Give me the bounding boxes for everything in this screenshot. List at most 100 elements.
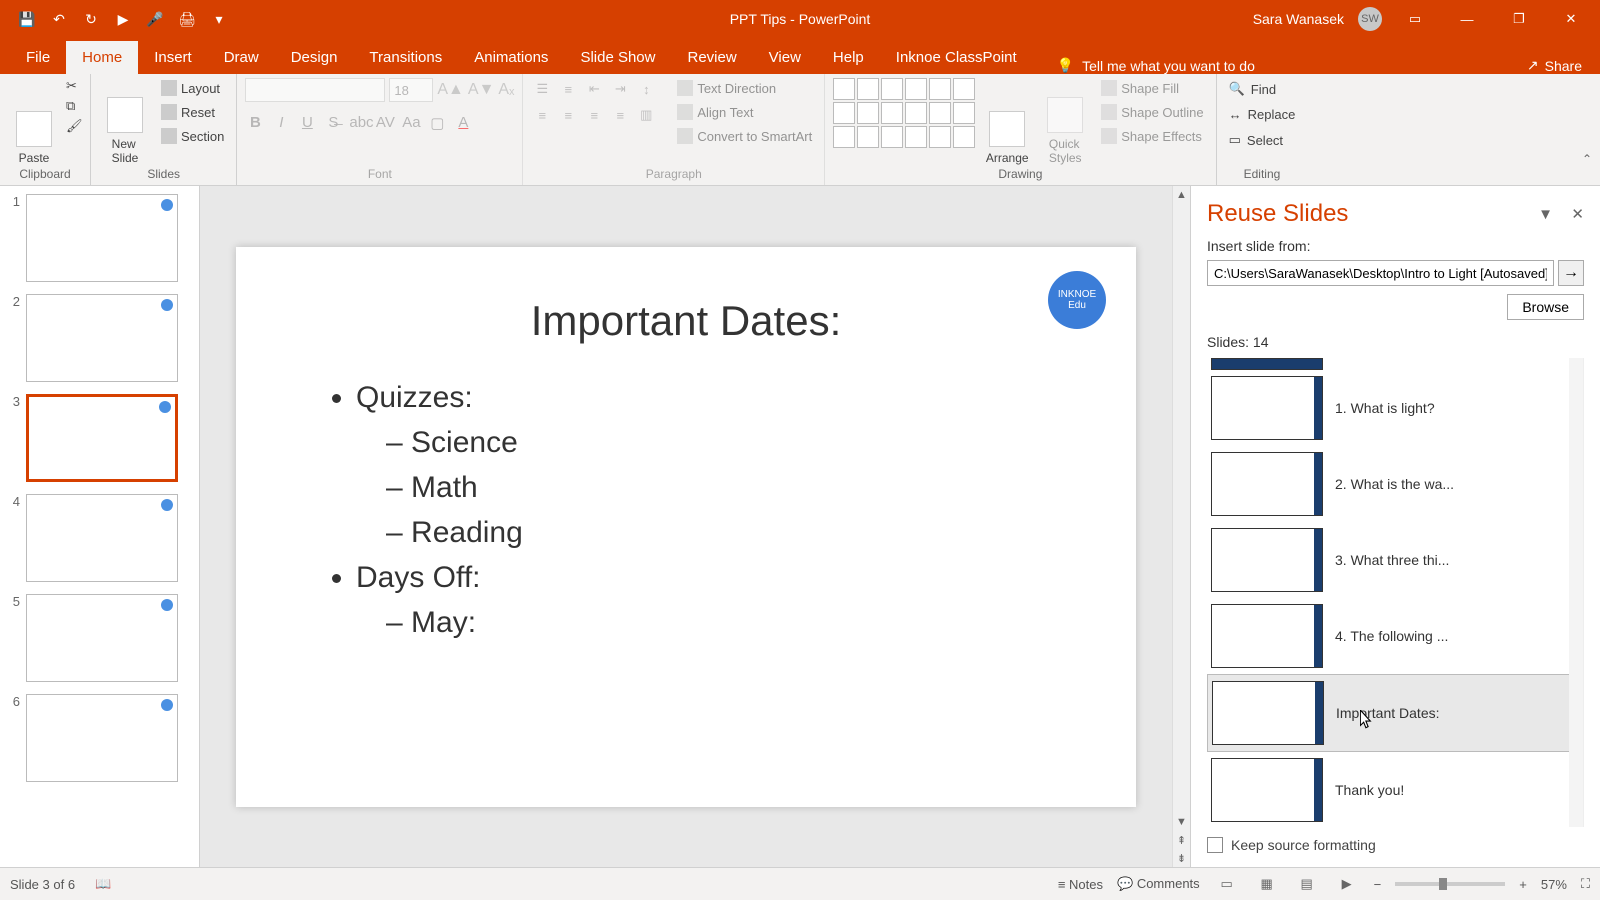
sorter-view-icon[interactable]: ▦ [1254,874,1280,894]
change-case-button[interactable]: Aa [401,114,421,132]
arrange-button[interactable]: Arrange [981,78,1033,165]
reuse-slides-list[interactable]: 1. What is light? 2. What is the wa... 3… [1207,358,1584,827]
thumbnail-6[interactable] [26,694,178,782]
smartart-button[interactable]: Convert to SmartArt [673,126,816,146]
thumbnail-4[interactable] [26,494,178,582]
shape-effects-button[interactable]: Shape Effects [1097,126,1207,146]
reuse-item-5[interactable]: Important Dates: [1207,674,1583,752]
reuse-item-3[interactable]: 3. What three thi... [1207,522,1583,598]
select-button[interactable]: ▭Select [1225,129,1300,151]
underline-button[interactable]: U [297,114,317,132]
user-name[interactable]: Sara Wanasek [1253,11,1344,27]
font-color-button[interactable]: A [453,114,473,132]
tab-inknoe[interactable]: Inknoe ClassPoint [880,41,1033,74]
reuse-item-4[interactable]: 4. The following ... [1207,598,1583,674]
quick-styles-button[interactable]: Quick Styles [1039,78,1091,165]
zoom-in-icon[interactable]: + [1519,877,1527,892]
path-input[interactable] [1207,260,1554,286]
tell-me-search[interactable]: 💡 Tell me what you want to do [1057,57,1255,74]
decrease-font-icon[interactable]: A▼ [468,81,495,99]
increase-indent-icon[interactable]: ⇥ [609,78,631,100]
user-avatar[interactable]: SW [1358,7,1382,31]
canvas-scrollbar[interactable]: ▲ ▼ ⇞ ⇟ [1172,186,1190,867]
justify-icon[interactable]: ≡ [609,104,631,126]
close-icon[interactable]: ✕ [1552,7,1590,31]
prev-slide-icon[interactable]: ⇞ [1173,831,1190,849]
save-icon[interactable]: 💾 [18,10,36,28]
align-left-icon[interactable]: ≡ [531,104,553,126]
qat-more-icon[interactable]: ▾ [210,10,228,28]
slide-canvas-area[interactable]: INKNOE Edu Important Dates: Quizzes: Sci… [200,186,1172,867]
shapes-gallery[interactable] [833,78,975,165]
replace-button[interactable]: ↔Replace [1225,104,1300,125]
reuse-item-2[interactable]: 2. What is the wa... [1207,446,1583,522]
thumbnail-3[interactable] [26,394,178,482]
slide-counter[interactable]: Slide 3 of 6 [10,877,75,892]
panel-menu-icon[interactable]: ▼ [1538,206,1553,223]
zoom-slider[interactable] [1395,882,1505,886]
go-button[interactable]: → [1558,260,1584,286]
tab-design[interactable]: Design [275,41,354,74]
panel-close-icon[interactable]: ✕ [1571,206,1584,223]
increase-font-icon[interactable]: A▲ [437,81,464,99]
spellcheck-icon[interactable]: 📖 [95,876,111,892]
format-painter-icon[interactable]: 🖌 [66,118,82,134]
reset-button[interactable]: Reset [157,102,228,122]
slide-title[interactable]: Important Dates: [296,297,1076,345]
character-spacing-button[interactable]: AV [375,114,395,132]
thumbnail-2[interactable] [26,294,178,382]
undo-icon[interactable]: ↶ [50,10,68,28]
shadow-button[interactable]: abc [349,114,369,132]
fit-to-window-icon[interactable]: ⛶ [1581,876,1590,892]
comments-button[interactable]: 💬 Comments [1117,876,1200,892]
slide-canvas[interactable]: INKNOE Edu Important Dates: Quizzes: Sci… [236,247,1136,807]
align-center-icon[interactable]: ≡ [557,104,579,126]
highlight-button[interactable]: ▢ [427,114,447,132]
tab-view[interactable]: View [753,41,817,74]
start-from-beginning-icon[interactable]: ▶ [114,10,132,28]
font-family-input[interactable] [245,78,385,102]
minimize-icon[interactable]: — [1448,7,1486,31]
numbering-icon[interactable]: ≡ [557,78,579,100]
reuse-scrollbar[interactable] [1569,358,1583,827]
notes-button[interactable]: ≡ Notes [1058,877,1103,892]
tab-transitions[interactable]: Transitions [353,41,458,74]
tab-slideshow[interactable]: Slide Show [564,41,671,74]
ribbon-display-options-icon[interactable]: ▭ [1396,7,1434,31]
slideshow-view-icon[interactable]: ▶ [1334,874,1360,894]
normal-view-icon[interactable]: ▭ [1214,874,1240,894]
section-button[interactable]: Section [157,126,228,146]
tab-insert[interactable]: Insert [138,41,208,74]
tab-file[interactable]: File [10,41,66,74]
reuse-item-1[interactable]: 1. What is light? [1207,370,1583,446]
mic-icon[interactable]: 🎤 [146,10,164,28]
redo-icon[interactable]: ↻ [82,10,100,28]
line-spacing-icon[interactable]: ↕ [635,78,657,100]
browse-button[interactable]: Browse [1507,294,1584,320]
thumbnail-1[interactable] [26,194,178,282]
copy-icon[interactable]: ⧉ [66,98,82,114]
align-text-button[interactable]: Align Text [673,102,816,122]
paste-button[interactable]: Paste [8,78,60,165]
slide-thumbnails-panel[interactable]: 1 2 3 4 5 6 [0,186,200,867]
slide-body[interactable]: Quizzes: Science Math Reading Days Off: … [296,375,1076,645]
keep-formatting-checkbox[interactable] [1207,837,1223,853]
find-button[interactable]: 🔍Find [1225,78,1300,100]
tab-animations[interactable]: Animations [458,41,564,74]
decrease-indent-icon[interactable]: ⇤ [583,78,605,100]
columns-icon[interactable]: ▥ [635,104,657,126]
tab-draw[interactable]: Draw [208,41,275,74]
maximize-icon[interactable]: ❐ [1500,7,1538,31]
shape-outline-button[interactable]: Shape Outline [1097,102,1207,122]
new-slide-button[interactable]: New Slide [99,78,151,165]
bullets-icon[interactable]: ☰ [531,78,553,100]
share-button[interactable]: ↗ Share [1527,57,1600,74]
tab-home[interactable]: Home [66,41,138,74]
font-size-input[interactable] [389,78,433,102]
reuse-item-6[interactable]: Thank you! [1207,752,1583,827]
scroll-up-icon[interactable]: ▲ [1173,186,1190,204]
italic-button[interactable]: I [271,114,291,132]
clear-formatting-icon[interactable]: Aₓ [498,81,514,99]
text-direction-button[interactable]: Text Direction [673,78,816,98]
reading-view-icon[interactable]: ▤ [1294,874,1320,894]
